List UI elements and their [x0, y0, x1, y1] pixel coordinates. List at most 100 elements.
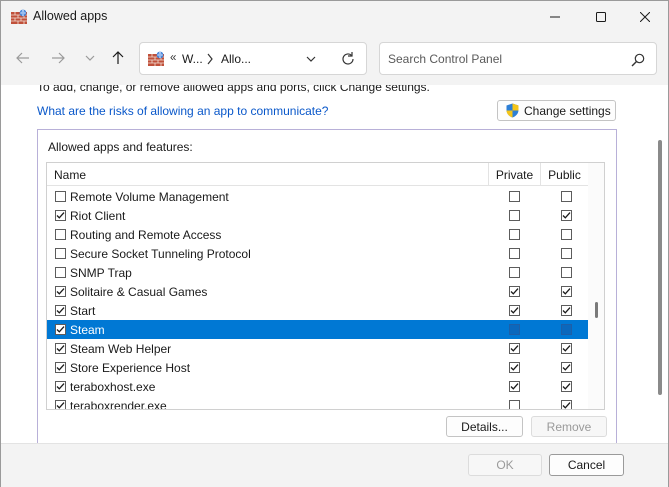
public-checkbox[interactable] — [561, 324, 572, 335]
app-enabled-checkbox[interactable] — [55, 324, 66, 335]
window-scrollbar[interactable] — [652, 85, 668, 443]
private-checkbox[interactable] — [509, 286, 520, 297]
app-row[interactable]: Routing and Remote Access — [47, 225, 588, 244]
app-row[interactable]: Secure Socket Tunneling Protocol — [47, 244, 588, 263]
search-box[interactable]: Search Control Panel — [379, 42, 657, 75]
dialog-footer: OK Cancel — [1, 443, 668, 487]
public-checkbox[interactable] — [561, 362, 572, 373]
app-enabled-checkbox[interactable] — [55, 343, 66, 354]
content-area: To add, change, or remove allowed apps a… — [1, 85, 668, 487]
title-bar[interactable]: Allowed apps — [1, 1, 668, 33]
app-row[interactable]: Start — [47, 301, 588, 320]
public-checkbox[interactable] — [561, 191, 572, 202]
cancel-button[interactable]: Cancel — [549, 454, 624, 476]
app-enabled-checkbox[interactable] — [55, 362, 66, 373]
app-name: teraboxhost.exe — [70, 380, 156, 394]
app-row[interactable]: teraboxhost.exe — [47, 377, 588, 396]
refresh-icon[interactable] — [340, 50, 356, 68]
breadcrumb-allowed-apps[interactable]: Allo... — [221, 52, 251, 66]
public-checkbox[interactable] — [561, 381, 572, 392]
private-checkbox[interactable] — [509, 362, 520, 373]
close-icon — [640, 12, 650, 22]
public-checkbox[interactable] — [561, 248, 572, 259]
app-row[interactable]: Steam Web Helper — [47, 339, 588, 358]
app-enabled-checkbox[interactable] — [55, 400, 66, 409]
public-checkbox[interactable] — [561, 267, 572, 278]
app-row[interactable]: Remote Volume Management — [47, 187, 588, 206]
private-checkbox[interactable] — [509, 210, 520, 221]
up-button[interactable] — [107, 47, 129, 69]
app-enabled-checkbox[interactable] — [55, 286, 66, 297]
recent-locations-button[interactable] — [79, 47, 101, 69]
column-header-private[interactable]: Private — [488, 163, 540, 186]
app-enabled-checkbox[interactable] — [55, 305, 66, 316]
public-checkbox[interactable] — [561, 229, 572, 240]
app-row[interactable]: Store Experience Host — [47, 358, 588, 377]
navigation-bar: « W... Allo... Search Control Panel — [1, 33, 668, 85]
app-row[interactable]: Solitaire & Casual Games — [47, 282, 588, 301]
public-checkbox[interactable] — [561, 286, 572, 297]
maximize-button[interactable] — [578, 1, 624, 33]
app-row[interactable]: Riot Client — [47, 206, 588, 225]
private-checkbox[interactable] — [509, 191, 520, 202]
minimize-button[interactable] — [532, 1, 578, 33]
group-label: Allowed apps and features: — [48, 140, 193, 154]
app-enabled-checkbox[interactable] — [55, 191, 66, 202]
private-checkbox[interactable] — [509, 324, 520, 335]
app-name: teraboxrender.exe — [70, 399, 167, 410]
app-row[interactable]: Steam — [47, 320, 588, 339]
arrow-right-icon — [52, 52, 65, 64]
app-enabled-checkbox[interactable] — [55, 248, 66, 259]
column-header-public[interactable]: Public — [540, 163, 588, 186]
private-checkbox[interactable] — [509, 229, 520, 240]
private-checkbox[interactable] — [509, 400, 520, 409]
app-enabled-checkbox[interactable] — [55, 210, 66, 221]
app-enabled-checkbox[interactable] — [55, 267, 66, 278]
app-name: Routing and Remote Access — [70, 228, 222, 242]
firewall-icon — [11, 9, 27, 24]
private-checkbox[interactable] — [509, 343, 520, 354]
app-name: Solitaire & Casual Games — [70, 285, 208, 299]
search-icon[interactable] — [631, 53, 645, 67]
breadcrumb-overflow[interactable]: « — [170, 52, 176, 64]
intro-text: To add, change, or remove allowed apps a… — [37, 85, 430, 94]
window-scrollbar-thumb[interactable] — [658, 140, 662, 395]
window-title: Allowed apps — [33, 9, 108, 23]
app-name: SNMP Trap — [70, 266, 132, 280]
risks-link[interactable]: What are the risks of allowing an app to… — [37, 104, 328, 118]
search-placeholder[interactable]: Search Control Panel — [388, 52, 502, 66]
private-checkbox[interactable] — [509, 248, 520, 259]
app-enabled-checkbox[interactable] — [55, 229, 66, 240]
close-button[interactable] — [622, 1, 668, 33]
private-checkbox[interactable] — [509, 305, 520, 316]
app-enabled-checkbox[interactable] — [55, 381, 66, 392]
app-name: Secure Socket Tunneling Protocol — [70, 247, 251, 261]
private-checkbox[interactable] — [509, 381, 520, 392]
details-button[interactable]: Details... — [446, 416, 523, 437]
chevron-right-icon[interactable] — [206, 53, 214, 65]
app-row[interactable]: SNMP Trap — [47, 263, 588, 282]
app-row[interactable]: teraboxrender.exe — [47, 396, 588, 410]
allowed-apps-group: Allowed apps and features: Name Private … — [37, 129, 617, 449]
public-checkbox[interactable] — [561, 400, 572, 409]
change-settings-button[interactable]: Change settings — [497, 100, 616, 121]
column-header-name[interactable]: Name — [54, 168, 86, 182]
app-name: Start — [70, 304, 96, 318]
chevron-down-icon[interactable] — [304, 53, 318, 65]
private-checkbox[interactable] — [509, 267, 520, 278]
app-name: Steam Web Helper — [70, 342, 172, 356]
public-checkbox[interactable] — [561, 305, 572, 316]
back-button[interactable] — [12, 47, 34, 69]
list-scrollbar[interactable] — [588, 163, 604, 409]
address-bar[interactable]: « W... Allo... — [139, 42, 367, 75]
forward-button[interactable] — [47, 47, 69, 69]
public-checkbox[interactable] — [561, 210, 572, 221]
list-scrollbar-thumb[interactable] — [595, 302, 598, 318]
remove-button[interactable]: Remove — [531, 416, 607, 437]
public-checkbox[interactable] — [561, 343, 572, 354]
allowed-apps-list[interactable]: Name Private Public Remote Volume Manage… — [46, 162, 605, 410]
app-name: Remote Volume Management — [70, 190, 229, 204]
breadcrumb-windows-defender[interactable]: W... — [182, 52, 203, 66]
ok-button[interactable]: OK — [468, 454, 542, 476]
arrow-left-icon — [16, 52, 29, 64]
